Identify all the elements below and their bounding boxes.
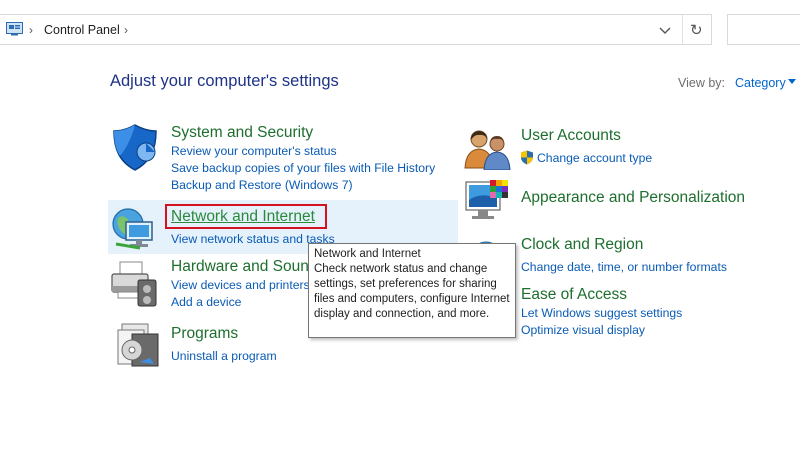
link-devices-printers[interactable]: View devices and printers [171, 278, 310, 292]
category-user-accounts-title[interactable]: User Accounts [521, 127, 621, 145]
programs-icon [117, 323, 159, 367]
appearance-monitor-icon [465, 180, 508, 219]
uac-shield-icon [521, 150, 533, 165]
category-ease-access-title[interactable]: Ease of Access [521, 286, 627, 304]
user-accounts-icon [464, 130, 511, 170]
category-programs-title[interactable]: Programs [171, 325, 238, 343]
link-backup-restore[interactable]: Backup and Restore (Windows 7) [171, 178, 353, 192]
address-bar[interactable]: › Control Panel › ↻ [0, 14, 712, 45]
tooltip-body: Check network status and change settings… [314, 263, 510, 320]
tooltip-title: Network and Internet [314, 248, 421, 260]
category-system-security-title[interactable]: System and Security [171, 124, 313, 142]
category-hardware-sound-title[interactable]: Hardware and Sound [171, 258, 318, 276]
link-change-date-time[interactable]: Change date, time, or number formats [521, 260, 727, 274]
focus-highlight-box [165, 204, 327, 229]
category-appearance-title[interactable]: Appearance and Personalization [521, 189, 745, 207]
address-divider [682, 15, 683, 44]
breadcrumb-control-panel[interactable]: Control Panel [44, 23, 120, 37]
link-add-device[interactable]: Add a device [171, 295, 241, 309]
link-optimize-display[interactable]: Optimize visual display [521, 323, 645, 337]
breadcrumb-chevron-icon[interactable]: › [29, 23, 33, 37]
link-uninstall-program[interactable]: Uninstall a program [171, 349, 277, 363]
link-review-status[interactable]: Review your computer's status [171, 144, 337, 158]
network-globe-icon [112, 208, 153, 250]
refresh-icon[interactable]: ↻ [690, 21, 703, 39]
category-clock-region-title[interactable]: Clock and Region [521, 236, 643, 254]
link-file-history[interactable]: Save backup copies of your files with Fi… [171, 161, 435, 175]
chevron-down-icon[interactable] [657, 22, 673, 38]
link-change-account-type[interactable]: Change account type [537, 151, 652, 165]
page-title: Adjust your computer's settings [110, 72, 339, 90]
link-suggest-settings[interactable]: Let Windows suggest settings [521, 306, 682, 320]
breadcrumb-chevron-icon[interactable]: › [124, 23, 128, 37]
printer-icon [111, 261, 157, 307]
view-by-dropdown[interactable]: Category [735, 76, 786, 90]
view-by-label: View by: [678, 76, 726, 90]
tooltip: Network and Internet Check network statu… [308, 243, 516, 338]
caret-down-icon[interactable] [788, 79, 796, 84]
shield-icon [113, 124, 157, 171]
search-input[interactable] [727, 14, 800, 45]
control-panel-icon [6, 22, 23, 36]
